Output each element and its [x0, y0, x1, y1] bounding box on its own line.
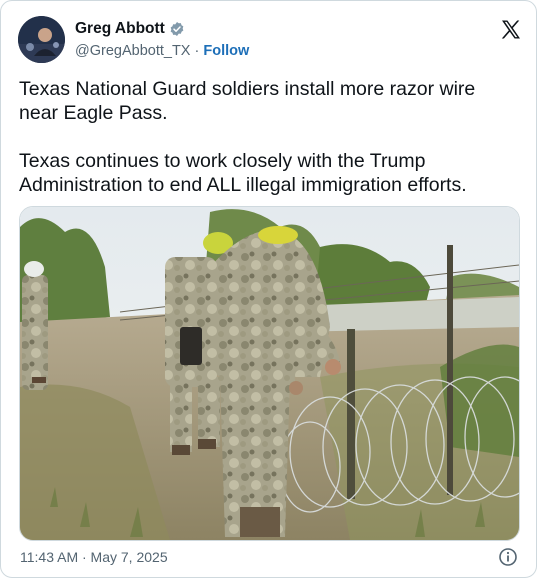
tweet-header: Greg Abbott @GregAbbott_TX · Follow — [18, 16, 523, 68]
x-logo-icon[interactable] — [499, 18, 523, 42]
tweet-photo[interactable] — [19, 206, 520, 541]
handle-line: @GregAbbott_TX · Follow — [75, 43, 249, 59]
separator: · — [190, 43, 204, 59]
tweet-timestamp[interactable]: 11:43 AM · May 7, 2025 — [20, 549, 168, 565]
avatar[interactable] — [18, 16, 65, 63]
tweet-card[interactable]: Greg Abbott @GregAbbott_TX · Follow Texa… — [0, 0, 537, 578]
name-line: Greg Abbott — [75, 20, 185, 38]
follow-button[interactable]: Follow — [203, 43, 249, 59]
verified-badge-icon — [169, 21, 185, 37]
info-icon[interactable] — [498, 547, 518, 567]
handle[interactable]: @GregAbbott_TX — [75, 43, 190, 59]
tweet-text: Texas National Guard soldiers install mo… — [19, 78, 476, 196]
display-name[interactable]: Greg Abbott — [75, 20, 165, 38]
